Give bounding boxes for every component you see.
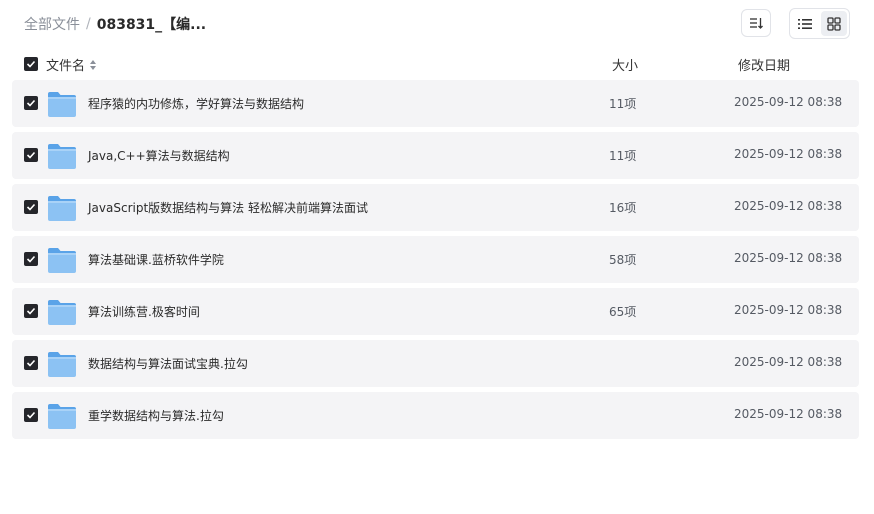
- file-name[interactable]: 算法训练营.极客时间: [88, 303, 200, 320]
- file-name[interactable]: 程序猿的内功修炼，学好算法与数据结构: [88, 95, 304, 112]
- row-checkbox[interactable]: [24, 408, 38, 422]
- file-size: 16项: [609, 201, 637, 215]
- list-header: 文件名 大小 修改日期: [12, 52, 859, 76]
- breadcrumb-current-folder: 083831_【编...: [96, 17, 207, 33]
- list-view-icon: [798, 18, 813, 29]
- folder-icon: [48, 196, 76, 221]
- row-checkbox[interactable]: [24, 356, 38, 370]
- file-date: 2025-09-12 08:38: [734, 199, 843, 213]
- file-row[interactable]: 算法基础课.蓝桥软件学院 58项 2025-09-12 08:38: [12, 236, 859, 283]
- file-name[interactable]: 算法基础课.蓝桥软件学院: [88, 251, 224, 268]
- folder-icon: [48, 352, 76, 377]
- file-row[interactable]: 重学数据结构与算法.拉勾 2025-09-12 08:38: [12, 392, 859, 439]
- sort-button[interactable]: [741, 9, 771, 37]
- row-checkbox[interactable]: [24, 148, 38, 162]
- check-icon: [26, 255, 36, 263]
- file-browser: 全部文件 / 083831_【编... 文件名 大小 修改日期 程序猿的内功修炼…: [0, 0, 874, 514]
- file-date: 2025-09-12 08:38: [734, 251, 843, 265]
- file-date: 2025-09-12 08:38: [734, 95, 843, 109]
- file-name[interactable]: Java,C++算法与数据结构: [88, 147, 230, 164]
- file-date: 2025-09-12 08:38: [734, 355, 843, 369]
- file-size: 11项: [609, 149, 637, 163]
- column-header-size[interactable]: 大小: [612, 55, 638, 74]
- file-name[interactable]: 重学数据结构与算法.拉勾: [88, 407, 224, 424]
- breadcrumb-root-link[interactable]: 全部文件: [24, 14, 80, 34]
- breadcrumb-separator: /: [86, 16, 91, 32]
- file-row[interactable]: JavaScript版数据结构与算法 轻松解决前端算法面试 16项 2025-09-…: [12, 184, 859, 231]
- check-icon: [26, 99, 36, 107]
- file-list: 程序猿的内功修炼，学好算法与数据结构 11项 2025-09-12 08:38 Jav…: [12, 80, 859, 444]
- file-size: 11项: [609, 97, 637, 111]
- check-icon: [26, 307, 36, 315]
- check-icon: [26, 203, 36, 211]
- folder-icon: [48, 144, 76, 169]
- grid-view-icon: [827, 16, 841, 31]
- row-checkbox[interactable]: [24, 200, 38, 214]
- check-icon: [26, 151, 36, 159]
- row-checkbox[interactable]: [24, 304, 38, 318]
- file-row[interactable]: 算法训练营.极客时间 65项 2025-09-12 08:38: [12, 288, 859, 335]
- sort-toggle-icon: [90, 59, 97, 70]
- list-view-button[interactable]: [792, 11, 819, 36]
- folder-icon: [48, 248, 76, 273]
- file-date: 2025-09-12 08:38: [734, 407, 843, 421]
- top-bar: 全部文件 / 083831_【编...: [0, 0, 874, 48]
- file-date: 2025-09-12 08:38: [734, 147, 843, 161]
- grid-view-button[interactable]: [820, 11, 847, 36]
- file-row[interactable]: Java,C++算法与数据结构 11项 2025-09-12 08:38: [12, 132, 859, 179]
- file-size: 65项: [609, 305, 637, 319]
- file-row[interactable]: 数据结构与算法面试宝典.拉勾 2025-09-12 08:38: [12, 340, 859, 387]
- file-name[interactable]: JavaScript版数据结构与算法 轻松解决前端算法面试: [88, 199, 368, 216]
- sort-icon: [750, 18, 763, 29]
- folder-icon: [48, 92, 76, 117]
- file-date: 2025-09-12 08:38: [734, 303, 843, 317]
- check-icon: [26, 60, 36, 68]
- check-icon: [26, 359, 36, 367]
- file-size: 58项: [609, 253, 637, 267]
- check-icon: [26, 411, 36, 419]
- breadcrumb: 全部文件 / 083831_【编...: [24, 14, 206, 34]
- column-header-date[interactable]: 修改日期: [738, 55, 790, 74]
- file-row[interactable]: 程序猿的内功修炼，学好算法与数据结构 11项 2025-09-12 08:38: [12, 80, 859, 127]
- column-header-name[interactable]: 文件名: [46, 55, 97, 74]
- select-all-checkbox[interactable]: [24, 57, 38, 71]
- view-toggle-group: [789, 8, 850, 39]
- folder-icon: [48, 300, 76, 325]
- column-header-name-label: 文件名: [46, 59, 86, 74]
- folder-icon: [48, 404, 76, 429]
- row-checkbox[interactable]: [24, 96, 38, 110]
- file-name[interactable]: 数据结构与算法面试宝典.拉勾: [88, 355, 248, 372]
- row-checkbox[interactable]: [24, 252, 38, 266]
